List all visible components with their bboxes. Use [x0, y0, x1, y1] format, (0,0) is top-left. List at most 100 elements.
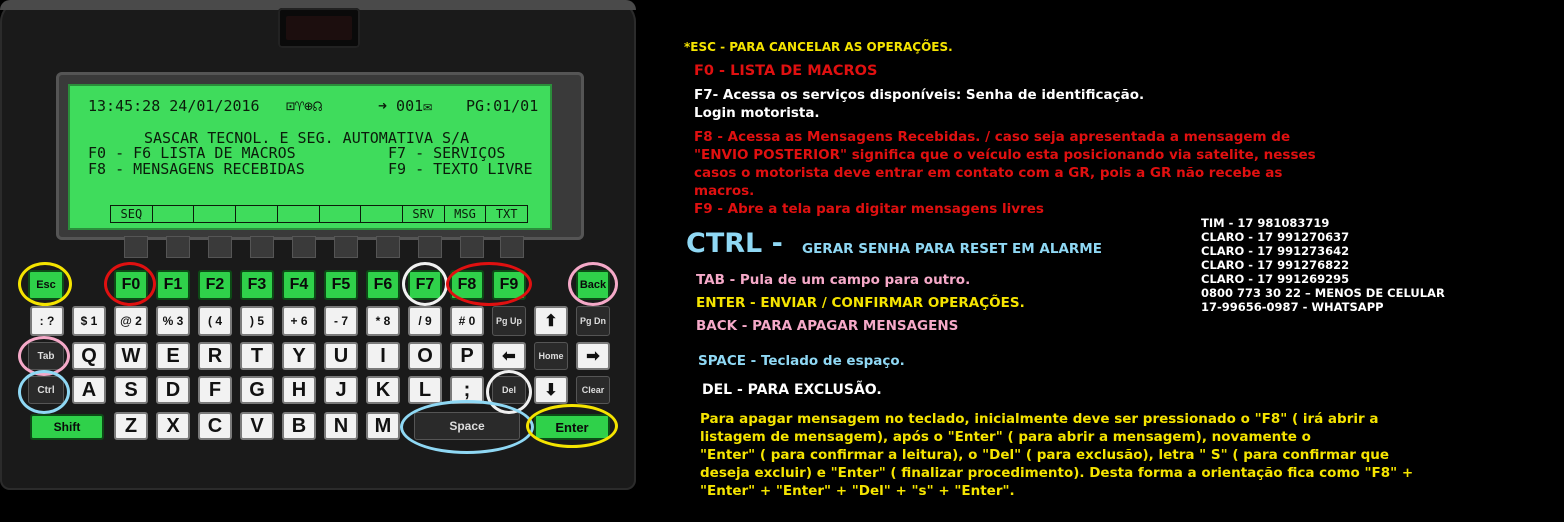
f3-key[interactable]: F3 [240, 270, 274, 300]
key-t[interactable]: T [240, 342, 274, 370]
key-shift-label: : [39, 314, 44, 328]
softkey-blank[interactable] [153, 206, 195, 222]
softkey-peg[interactable] [460, 236, 484, 258]
contact-claro: CLARO - 17 991270637 [1201, 230, 1350, 244]
softkey-peg[interactable] [208, 236, 232, 258]
key-main-label: 9 [425, 314, 432, 328]
clear-key[interactable]: Clear [576, 376, 610, 404]
number-key-0[interactable]: : ? [30, 306, 64, 336]
softkey-peg[interactable] [376, 236, 400, 258]
softkey-peg[interactable] [124, 236, 148, 258]
help-enter: ENTER - ENVIAR / CONFIRMAR OPERAÇÕES. [696, 295, 1025, 311]
lcd-message-count: ➜ 001✉ [378, 97, 433, 115]
key-f[interactable]: F [198, 376, 232, 404]
key-x[interactable]: X [156, 412, 190, 440]
key-r[interactable]: R [198, 342, 232, 370]
softkey-peg[interactable] [250, 236, 274, 258]
key-o[interactable]: O [408, 342, 442, 370]
key-g[interactable]: G [240, 376, 274, 404]
f4-key[interactable]: F4 [282, 270, 316, 300]
arrow-down-icon: ⬇ [544, 382, 558, 399]
page-down-key[interactable]: Pg Dn [576, 306, 610, 336]
key-v[interactable]: V [240, 412, 274, 440]
lcd-free-text-line: F9 - TEXTO LIVRE [388, 160, 533, 178]
key-y[interactable]: Y [282, 342, 316, 370]
help-f8-line2: "ENVIO POSTERIOR" significa que o veícul… [694, 147, 1316, 163]
key-z[interactable]: Z [114, 412, 148, 440]
shift-key[interactable]: Shift [30, 414, 104, 440]
key-j[interactable]: J [324, 376, 358, 404]
help-back: BACK - PARA APAGAR MENSAGENS [696, 318, 959, 334]
home-key[interactable]: Home [534, 342, 568, 370]
softkey-peg[interactable] [500, 236, 524, 258]
lcd-status-icons: ⊡♈⊕☊ [286, 97, 323, 115]
key-c[interactable]: C [198, 412, 232, 440]
softkey-peg[interactable] [292, 236, 316, 258]
key-n[interactable]: N [324, 412, 358, 440]
help-f7-line1: F7- Acessa os serviços disponíveis: Senh… [694, 87, 1145, 103]
key-d[interactable]: D [156, 376, 190, 404]
number-key-9[interactable]: / 9 [408, 306, 442, 336]
softkey-seq[interactable]: SEQ [111, 206, 153, 222]
softkey-blank[interactable] [236, 206, 278, 222]
softkey-peg[interactable] [334, 236, 358, 258]
softkey-blank[interactable] [320, 206, 362, 222]
key-main-label: 2 [135, 314, 142, 328]
key-e[interactable]: E [156, 342, 190, 370]
softkey-blank[interactable] [361, 206, 403, 222]
key-shift-label: @ [120, 314, 132, 328]
lcd-status-time: 13:45:28 24/01/2016 [88, 97, 260, 115]
number-key-8[interactable]: * 8 [366, 306, 400, 336]
key-a[interactable]: A [72, 376, 106, 404]
f1-key[interactable]: F1 [156, 270, 190, 300]
key-shift-label: * [375, 314, 381, 328]
softkey-peg[interactable] [166, 236, 190, 258]
softkey-txt[interactable]: TXT [486, 206, 527, 222]
help-f8-line1: F8 - Acessa as Mensagens Recebidas. / ca… [694, 129, 1291, 145]
key-h[interactable]: H [282, 376, 316, 404]
f5-key[interactable]: F5 [324, 270, 358, 300]
softkey-msg[interactable]: MSG [445, 206, 487, 222]
softkey-peg[interactable] [418, 236, 442, 258]
key-q[interactable]: Q [72, 342, 106, 370]
softkey-blank[interactable] [194, 206, 237, 222]
f2-key[interactable]: F2 [198, 270, 232, 300]
arrow-down-key[interactable]: ⬇ [534, 376, 568, 404]
page-up-key[interactable]: Pg Up [492, 306, 526, 336]
key-i[interactable]: I [366, 342, 400, 370]
help-f0: F0 - LISTA DE MACROS [694, 63, 878, 79]
contact-claro: CLARO - 17 991269295 [1201, 272, 1350, 286]
help-space: SPACE - Teclado de espaço. [698, 353, 905, 369]
lcd-screen: 13:45:28 24/01/2016 ⊡♈⊕☊ ➜ 001✉ PG:01/01… [68, 84, 552, 230]
key-p[interactable]: P [450, 342, 484, 370]
key-u[interactable]: U [324, 342, 358, 370]
key-shift-label: # [458, 314, 466, 328]
key-s[interactable]: S [114, 376, 148, 404]
key-m[interactable]: M [366, 412, 400, 440]
f6-key[interactable]: F6 [366, 270, 400, 300]
number-key-4[interactable]: ( 4 [198, 306, 232, 336]
lcd-received-line: F8 - MENSAGENS RECEBIDAS [88, 160, 305, 178]
arrow-left-key[interactable]: ⬅ [492, 342, 526, 370]
softkey-blank[interactable] [278, 206, 320, 222]
softkey-srv[interactable]: SRV [403, 206, 445, 222]
key-b[interactable]: B [282, 412, 316, 440]
number-key-7[interactable]: - 7 [324, 306, 358, 336]
number-key-3[interactable]: % 3 [156, 306, 190, 336]
number-key-10[interactable]: # 0 [450, 306, 484, 336]
arrow-left-icon: ⬅ [502, 348, 516, 365]
key-w[interactable]: W [114, 342, 148, 370]
help-ctrl-title: CTRL - [686, 228, 783, 259]
number-key-6[interactable]: + 6 [282, 306, 316, 336]
arrow-right-key[interactable]: ➡ [576, 342, 610, 370]
procedure-line: "Enter" ( para confirmar a leitura), o "… [700, 447, 1390, 463]
help-delete-procedure: Para apagar mensagem no teclado, inicial… [700, 410, 1500, 500]
contact-whatsapp: 17-99656-0987 - WHATSAPP [1201, 300, 1384, 314]
arrow-up-key[interactable]: ⬆ [534, 306, 568, 336]
key-k[interactable]: K [366, 376, 400, 404]
key-l[interactable]: L [408, 376, 442, 404]
number-key-5[interactable]: ) 5 [240, 306, 274, 336]
number-key-2[interactable]: @ 2 [114, 306, 148, 336]
help-del: DEL - PARA EXCLUSÃO. [702, 382, 882, 398]
number-key-1[interactable]: $ 1 [72, 306, 106, 336]
